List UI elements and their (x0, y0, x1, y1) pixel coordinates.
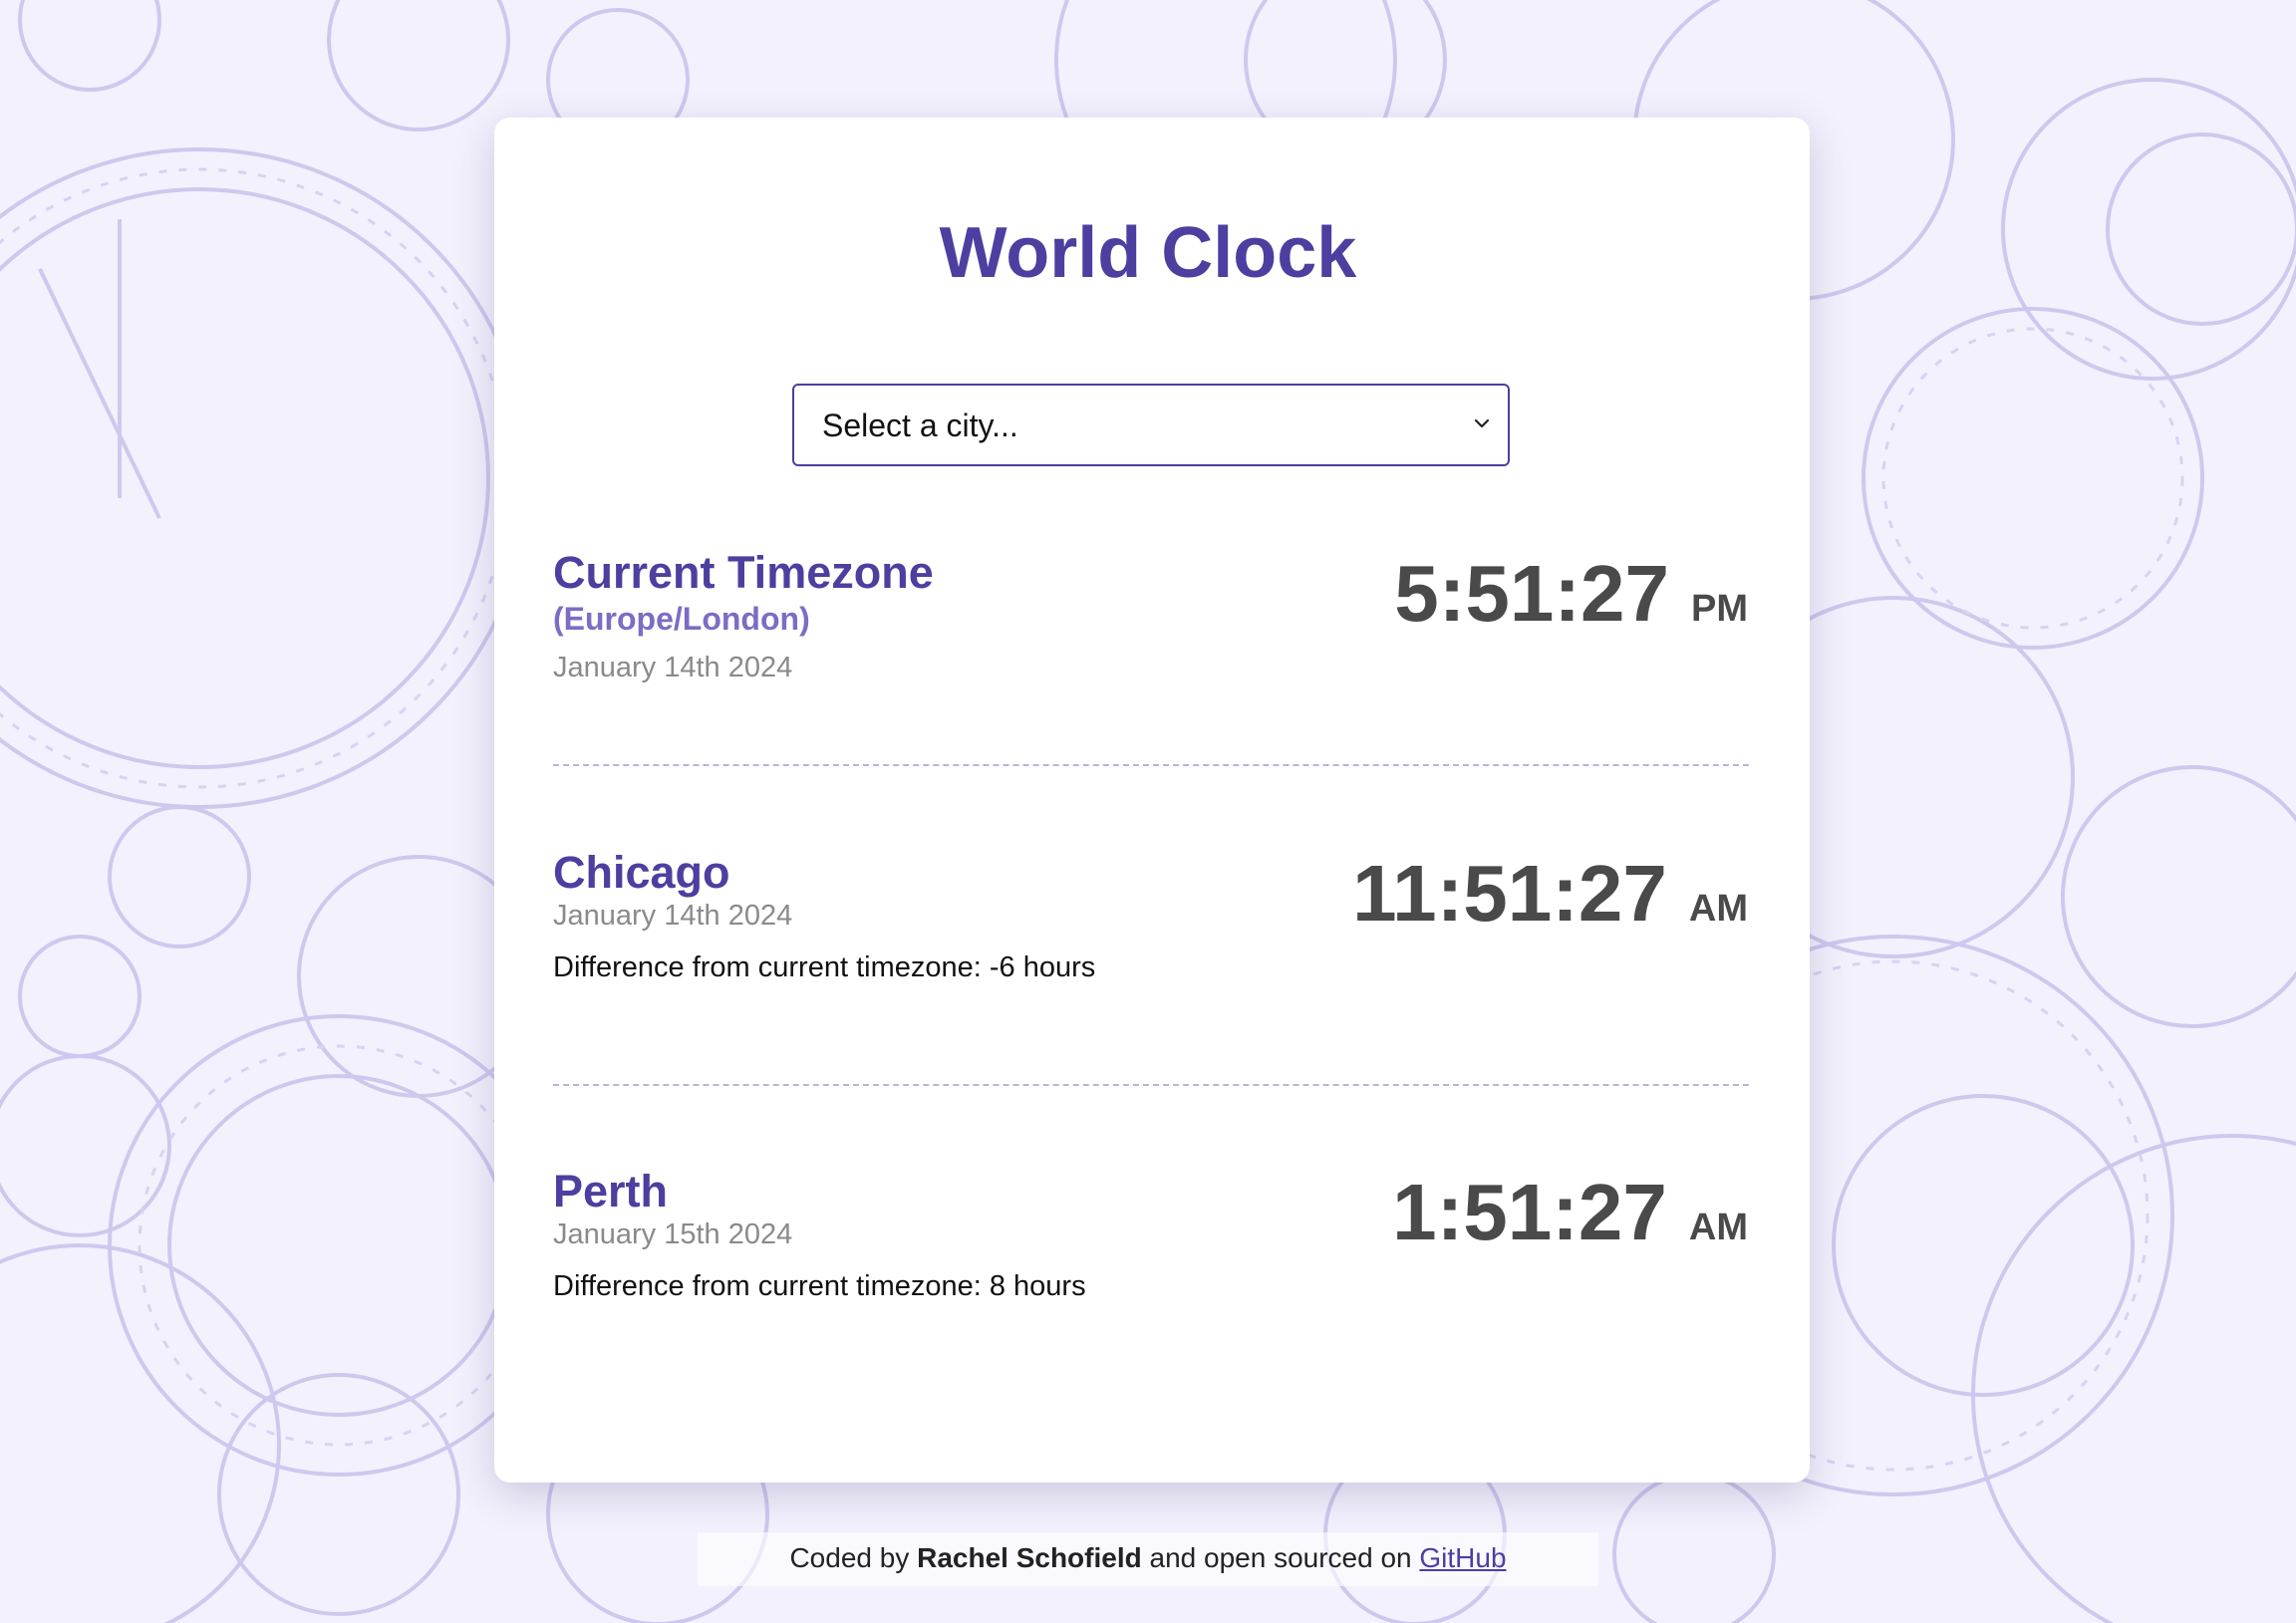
city-date-chicago: January 14th 2024 (553, 900, 793, 932)
city-clock-chicago: 11:51:27 AM (1352, 854, 1748, 934)
footer: Coded by Rachel Schofield and open sourc… (0, 1544, 2296, 1572)
page-title: World Clock (939, 213, 1357, 293)
github-link[interactable]: GitHub (1419, 1542, 1506, 1573)
entry-divider (553, 1084, 1749, 1086)
city-select-placeholder: Select a city... (822, 407, 1018, 443)
footer-middle: and open sourced on (1141, 1542, 1420, 1573)
city-date-perth: January 15th 2024 (553, 1218, 793, 1250)
city-select[interactable]: Select a city... (792, 384, 1510, 466)
current-timezone-date: January 14th 2024 (553, 652, 793, 683)
city-difference-chicago: Difference from current timezone: -6 hou… (553, 951, 1096, 983)
footer-author: Rachel Schofield (917, 1542, 1142, 1573)
current-timezone-clock: 5:51:27 PM (1394, 554, 1748, 634)
chevron-down-icon (1474, 418, 1490, 428)
city-time-perth: 1:51:27 (1392, 1168, 1667, 1256)
city-name-perth: Perth (553, 1166, 669, 1217)
current-timezone-id: (Europe/London) (553, 601, 810, 637)
current-timezone-name: Current Timezone (553, 547, 934, 598)
city-ampm-perth: AM (1688, 1207, 1748, 1248)
city-ampm-chicago: AM (1688, 888, 1748, 930)
city-clock-perth: 1:51:27 AM (1392, 1173, 1748, 1252)
entry-divider (553, 764, 1749, 766)
current-timezone-time: 5:51:27 (1394, 549, 1669, 638)
city-name-chicago: Chicago (553, 847, 730, 898)
current-timezone-ampm: PM (1691, 588, 1748, 630)
city-time-chicago: 11:51:27 (1352, 849, 1667, 938)
footer-prefix: Coded by (789, 1542, 918, 1573)
city-difference-perth: Difference from current timezone: 8 hour… (553, 1270, 1086, 1302)
